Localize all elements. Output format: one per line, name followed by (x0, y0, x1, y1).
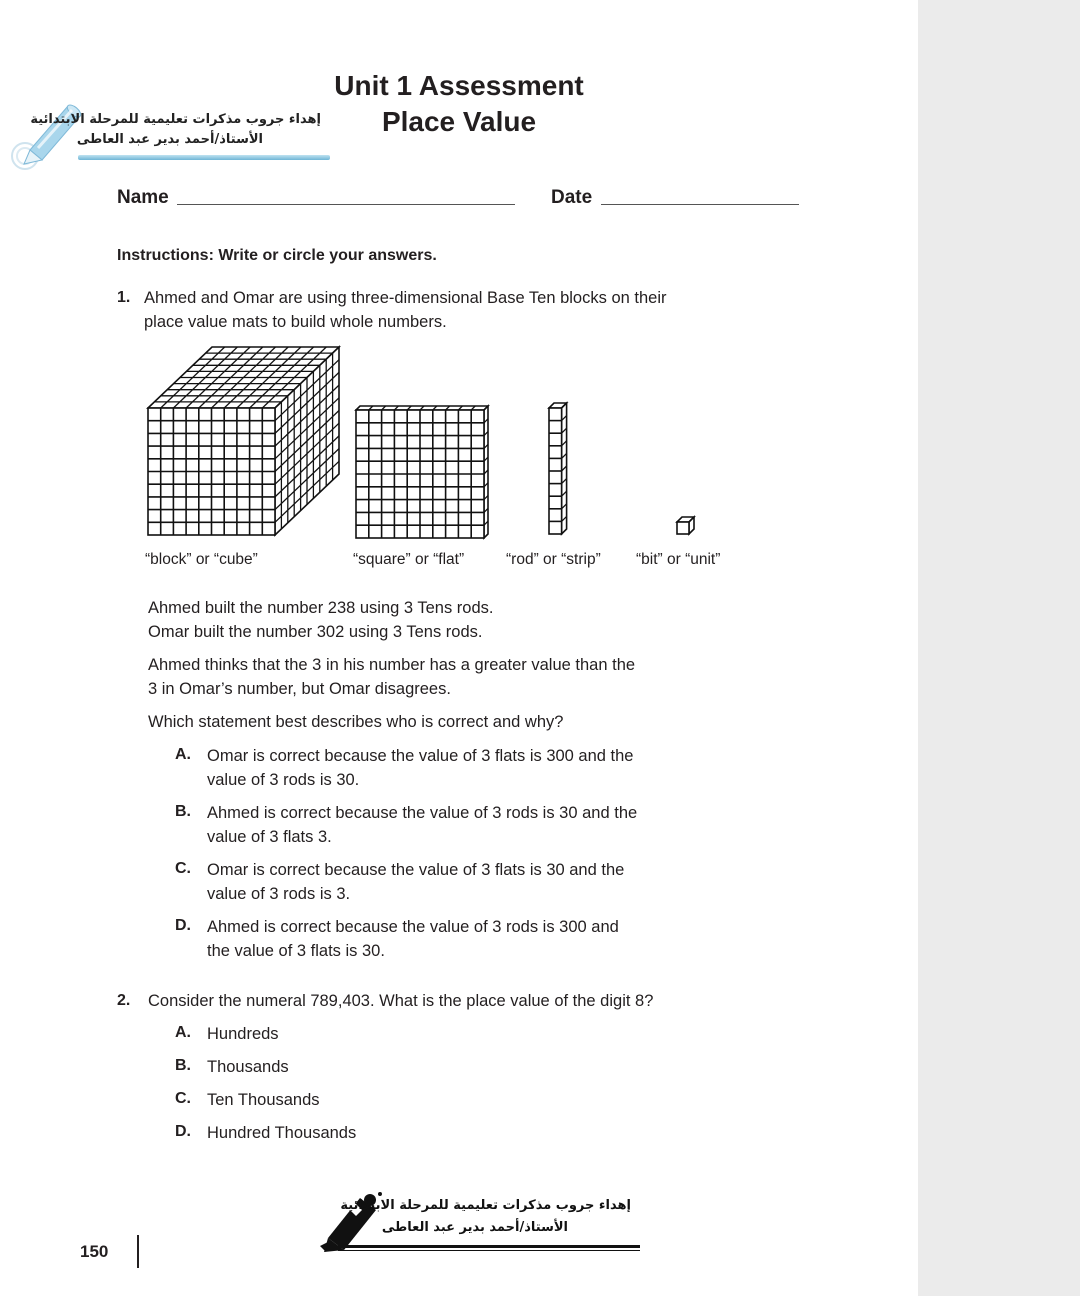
question-2-option-c[interactable]: C. Ten Thousands (175, 1088, 475, 1112)
option-letter: B. (175, 1057, 191, 1074)
base-ten-blocks-figure (146, 345, 696, 540)
option-text-line-1: Ahmed is correct because the value of 3 … (207, 918, 619, 936)
question-1-para-2-line-2: 3 in Omar’s number, but Omar disagrees. (148, 680, 451, 698)
question-1-para-1-line-2: Omar built the number 302 using 3 Tens r… (148, 623, 483, 641)
date-label: Date (551, 187, 593, 208)
option-letter: A. (175, 746, 191, 763)
logo-underline (338, 1245, 640, 1248)
page-number-divider (137, 1235, 139, 1268)
option-text-line-1: Omar is correct because the value of 3 f… (207, 747, 634, 765)
page-title: Unit 1 Assessment (334, 70, 584, 101)
question-2-option-d[interactable]: D. Hundred Thousands (175, 1121, 475, 1145)
option-letter: A. (175, 1024, 191, 1041)
date-field[interactable] (601, 204, 799, 205)
option-text-line-2: value of 3 rods is 3. (207, 885, 351, 903)
rod-block-icon (547, 401, 569, 536)
option-text: Thousands (207, 1058, 289, 1076)
question-1-intro-line-2: place value mats to build whole numbers. (144, 313, 447, 331)
logo-line-1: إهداء جروب مذكرات تعليمية للمرحلة الابتد… (340, 1198, 631, 1213)
logo-underline (78, 155, 330, 160)
question-2-option-b[interactable]: B. Thousands (175, 1055, 475, 1079)
question-2-number: 2. (117, 992, 131, 1009)
question-1-number: 1. (117, 289, 131, 306)
header-logo: إهداء جروب مذكرات تعليمية للمرحلة الابتد… (8, 92, 333, 172)
page-subtitle: Place Value (381, 106, 537, 137)
side-panel (918, 0, 1080, 1296)
question-1-intro-line-1: Ahmed and Omar are using three-dimension… (144, 289, 667, 307)
question-1-para-1-line-1: Ahmed built the number 238 using 3 Tens … (148, 599, 494, 617)
caption-unit: “bit” or “unit” (636, 551, 721, 568)
name-field[interactable] (177, 204, 515, 205)
question-1-para-2-line-1: Ahmed thinks that the 3 in his number ha… (148, 656, 636, 674)
logo-line-1: إهداء جروب مذكرات تعليمية للمرحلة الابتد… (30, 112, 321, 127)
caption-flat: “square” or “flat” (353, 551, 465, 568)
option-text: Hundreds (207, 1025, 279, 1043)
option-text-line-1: Ahmed is correct because the value of 3 … (207, 804, 638, 822)
page-number: 150 (80, 1242, 109, 1261)
question-1-prompt: Which statement best describes who is co… (148, 713, 564, 731)
question-2-text: Consider the numeral 789,403. What is th… (148, 992, 654, 1010)
option-letter: C. (175, 860, 191, 877)
option-text: Hundred Thousands (207, 1124, 357, 1142)
logo-underline-thin (338, 1250, 640, 1251)
unit-block-icon (675, 515, 696, 536)
option-text-line-2: the value of 3 flats is 30. (207, 942, 385, 960)
instructions: Instructions: Write or circle your answe… (117, 247, 437, 264)
cube-block-icon (146, 345, 341, 537)
option-text-line-1: Omar is correct because the value of 3 f… (207, 861, 625, 879)
option-text-line-2: value of 3 rods is 30. (207, 771, 360, 789)
logo-line-2: الأستاذ/أحمد بدير عبد العاطى (76, 132, 263, 147)
option-text: Ten Thousands (207, 1091, 320, 1109)
caption-rod: “rod” or “strip” (506, 551, 601, 568)
option-letter: D. (175, 1123, 191, 1140)
option-text-line-2: value of 3 flats 3. (207, 828, 332, 846)
option-letter: B. (175, 803, 191, 820)
option-letter: C. (175, 1090, 191, 1107)
logo-line-2: الأستاذ/أحمد بدير عبد العاطى (381, 1220, 568, 1235)
option-letter: D. (175, 917, 191, 934)
footer-logo: إهداء جروب مذكرات تعليمية للمرحلة الابتد… (318, 1188, 643, 1254)
caption-cube: “block” or “cube” (145, 551, 258, 568)
flat-block-icon (354, 404, 490, 540)
question-2-option-a[interactable]: A. Hundreds (175, 1022, 475, 1046)
name-label: Name (117, 187, 169, 208)
